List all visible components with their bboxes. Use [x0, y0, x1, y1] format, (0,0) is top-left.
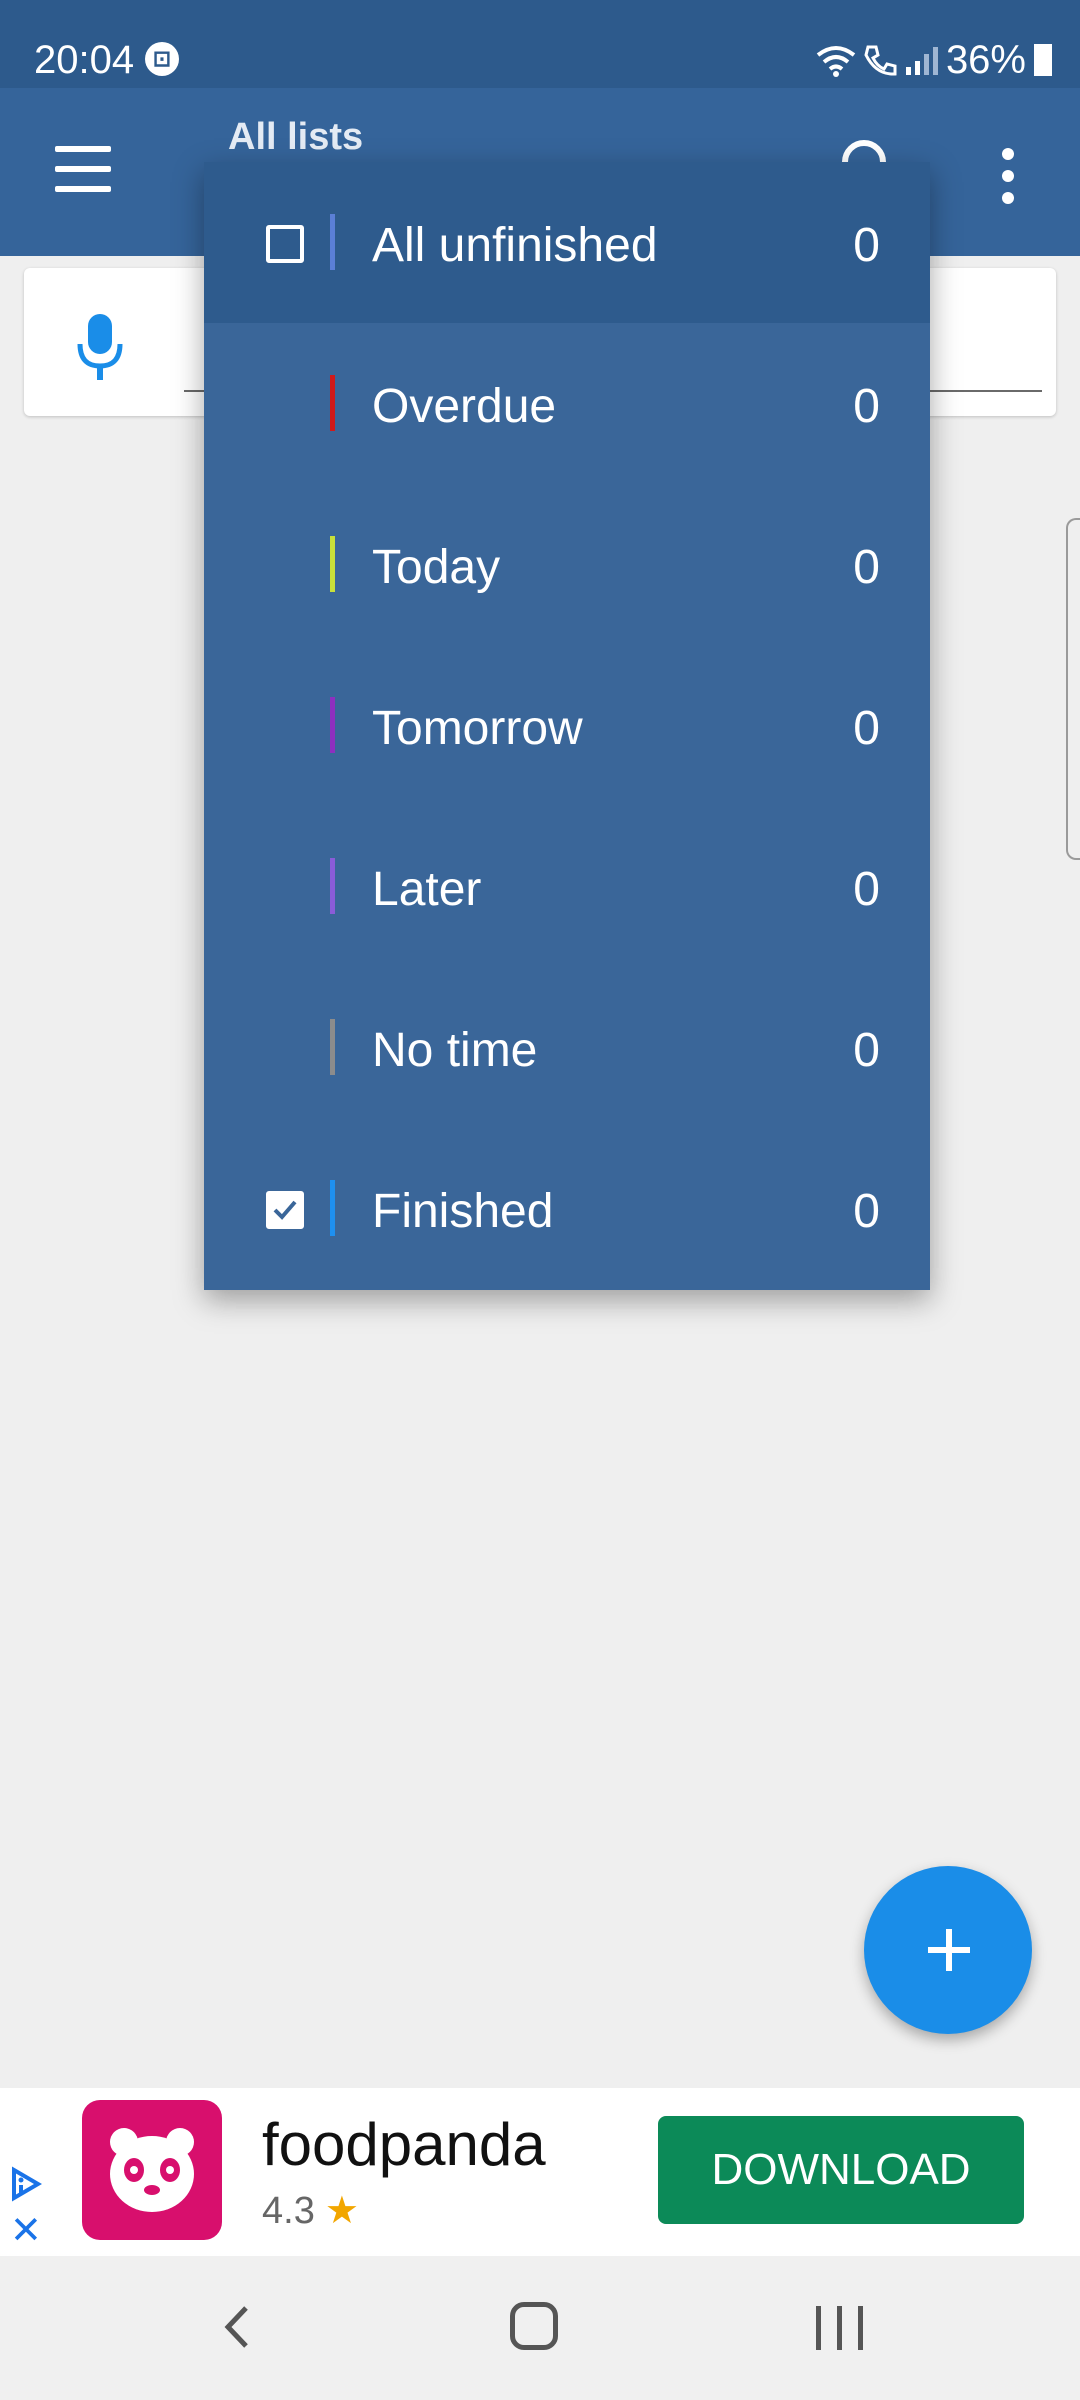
- ad-banner[interactable]: ✕ foodpanda 4.3 ★ DOWNLOAD: [0, 2088, 1080, 2256]
- checkbox-checked[interactable]: [266, 1191, 304, 1229]
- ad-rating: 4.3 ★: [262, 2188, 359, 2233]
- plus-icon-vertical: [946, 1929, 952, 1971]
- foodpanda-logo[interactable]: [82, 2100, 222, 2240]
- dropdown-item-no-time[interactable]: No time 0: [204, 967, 930, 1128]
- color-bar: [330, 214, 335, 270]
- color-bar: [330, 536, 335, 592]
- add-task-button[interactable]: [864, 1866, 1032, 2034]
- item-count: 0: [853, 1024, 880, 1077]
- checkbox-unchecked[interactable]: [266, 225, 304, 263]
- ad-choices-icon[interactable]: [8, 2166, 44, 2202]
- ad-download-button[interactable]: DOWNLOAD: [658, 2116, 1024, 2224]
- ad-rating-value: 4.3: [262, 2190, 315, 2232]
- call-icon: [864, 45, 897, 76]
- item-count: 0: [853, 1185, 880, 1238]
- dropdown-item-finished[interactable]: Finished 0: [204, 1128, 930, 1289]
- wifi-icon: [816, 46, 856, 77]
- dropdown-item-today[interactable]: Today 0: [204, 484, 930, 645]
- status-right: 36%: [816, 38, 1052, 82]
- ad-title[interactable]: foodpanda: [262, 2110, 546, 2179]
- item-label: Tomorrow: [372, 702, 583, 755]
- item-label: Today: [372, 541, 501, 594]
- dropdown-item-tomorrow[interactable]: Tomorrow 0: [204, 645, 930, 806]
- item-label: Finished: [372, 1185, 554, 1238]
- dropdown-item-later[interactable]: Later 0: [204, 806, 930, 967]
- scroll-handle[interactable]: [1066, 518, 1080, 860]
- dropdown-item-all-unfinished[interactable]: All unfinished 0: [204, 162, 930, 323]
- item-count: 0: [853, 541, 880, 594]
- list-title[interactable]: All lists: [228, 116, 363, 159]
- app-notification-icon: ⊡: [145, 42, 179, 76]
- menu-icon[interactable]: [55, 146, 111, 192]
- battery-icon: [1034, 44, 1052, 76]
- list-filter-dropdown: All unfinished 0 Overdue 0 Today 0 Tomor…: [204, 162, 930, 1290]
- status-bar: 20:04 ⊡ 36%: [0, 0, 1080, 88]
- item-count: 0: [853, 380, 880, 433]
- item-label: Overdue: [372, 380, 557, 433]
- color-bar: [330, 375, 335, 431]
- dropdown-item-overdue[interactable]: Overdue 0: [204, 323, 930, 484]
- color-bar: [330, 858, 335, 914]
- signal-icon: [905, 47, 938, 75]
- mic-icon[interactable]: [76, 312, 124, 382]
- status-time: 20:04: [34, 38, 135, 82]
- color-bar: [330, 1019, 335, 1075]
- star-icon: ★: [324, 2190, 359, 2232]
- item-label: All unfinished: [372, 219, 658, 272]
- color-bar: [330, 697, 335, 753]
- check-icon: [273, 1200, 297, 1220]
- battery-percent: 36%: [945, 37, 1026, 82]
- item-count: 0: [853, 702, 880, 755]
- item-label: No time: [372, 1024, 538, 1077]
- recents-icon[interactable]: [816, 2306, 863, 2350]
- home-icon[interactable]: [510, 2302, 558, 2350]
- system-nav-bar: [0, 2256, 1080, 2400]
- more-vert-icon[interactable]: [1002, 148, 1016, 214]
- item-count: 0: [853, 863, 880, 916]
- color-bar: [330, 1180, 335, 1236]
- panda-icon: [110, 2128, 194, 2212]
- item-count: 0: [853, 219, 880, 272]
- ad-close-icon[interactable]: ✕: [10, 2212, 42, 2250]
- status-icons: [816, 43, 938, 77]
- back-icon[interactable]: [212, 2300, 266, 2354]
- item-label: Later: [372, 863, 482, 916]
